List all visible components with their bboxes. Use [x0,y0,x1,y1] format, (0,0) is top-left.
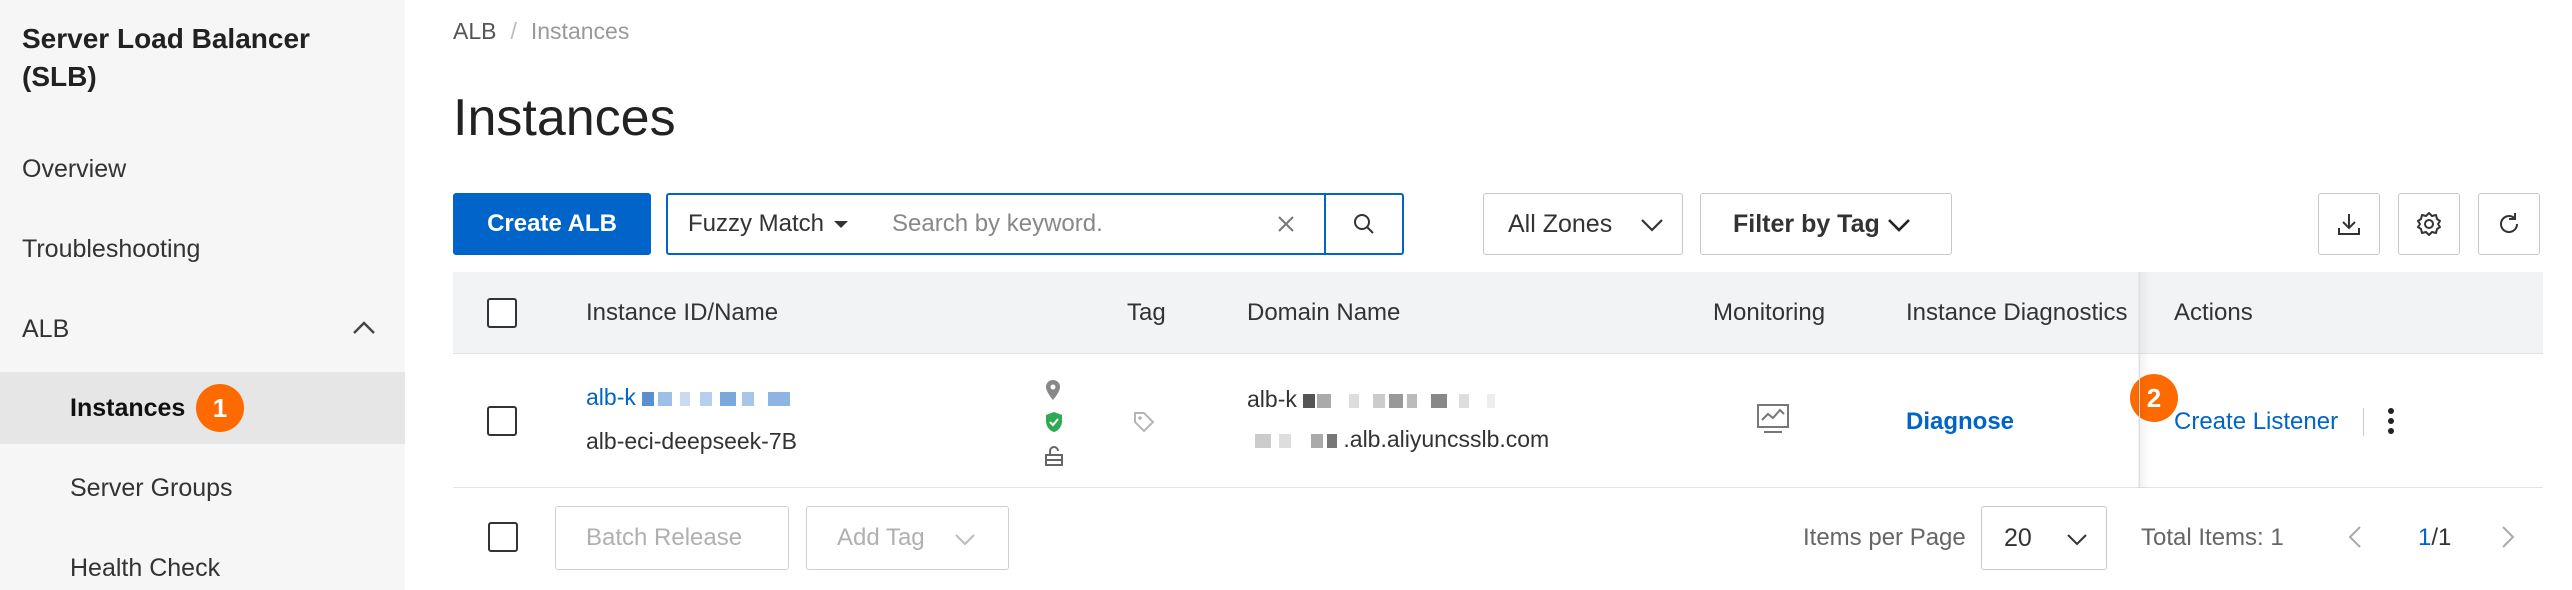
pagination-status: 1/1 [2418,524,2451,552]
table-header: Instance ID/Name Tag Domain Name Monitor… [453,272,2543,354]
action-divider [2363,408,2364,436]
filter-by-tag-button[interactable]: Filter by Tag [1700,193,1952,255]
search-input[interactable] [878,195,1266,253]
column-domain: Domain Name [1247,299,1401,326]
batch-release-label: Batch Release [586,524,743,551]
column-instance: Instance ID/Name [586,299,779,326]
chevron-left-icon[interactable] [2347,524,2363,550]
items-per-page-label: Items per Page [1803,524,1966,551]
column-monitoring: Monitoring [1713,299,1826,326]
chevron-up-icon[interactable] [351,315,377,341]
select-all-checkbox[interactable] [487,298,517,328]
batch-release-button[interactable]: Batch Release [555,506,789,570]
product-title: Server Load Balancer (SLB) [22,23,310,92]
sidebar-item-troubleshooting[interactable]: Troubleshooting [0,213,405,285]
chevron-right-icon[interactable] [2500,524,2516,550]
row-checkbox[interactable] [487,406,517,436]
caret-down-icon [834,221,849,228]
domain-suffix: .alb.aliyuncsslb.com [1343,426,1550,452]
breadcrumb: ALB / Instances [453,18,629,45]
add-tag-button[interactable]: Add Tag [806,506,1009,570]
zones-label: All Zones [1508,209,1613,238]
footer-select-all-checkbox[interactable] [488,522,518,552]
chevron-down-icon [955,534,975,546]
actions-column-divider [2139,272,2140,488]
column-tag: Tag [1127,299,1166,326]
sidebar: Server Load Balancer (SLB) Overview Trou… [0,0,405,590]
column-actions: Actions [2174,299,2253,326]
location-icon[interactable] [1043,378,1063,402]
search-group: Fuzzy Match [666,193,1404,255]
chevron-down-icon [2067,534,2087,546]
sidebar-item-server-groups[interactable]: Server Groups [0,452,405,524]
instance-name: alb-eci-deepseek-7B [586,428,797,454]
chevron-down-icon [1888,219,1910,232]
step-badge: 1 [196,384,244,432]
zones-select[interactable]: All Zones [1483,193,1683,255]
breadcrumb-separator: / [510,18,517,44]
sidebar-item-label: Instances [70,393,186,422]
page-size-value: 20 [2004,523,2032,552]
lock-open-icon[interactable] [1042,444,1066,468]
domain-line-2: .alb.aliyuncsslb.com [1255,426,1549,453]
sidebar-item-overview[interactable]: Overview [0,133,405,205]
match-mode-label: Fuzzy Match [688,210,825,237]
create-listener-link[interactable]: Create Listener [2174,408,2338,436]
filter-by-tag-label: Filter by Tag [1733,209,1880,238]
page-size-select[interactable]: 20 [1981,506,2107,570]
more-actions-icon[interactable] [2385,406,2397,436]
clear-icon[interactable] [1266,204,1306,244]
add-tag-label: Add Tag [837,524,925,551]
sidebar-item-label: Overview [22,154,127,183]
tag-icon[interactable] [1132,410,1156,434]
sidebar-item-health-check[interactable]: Health Check [0,532,405,590]
masked-text [1255,426,1343,452]
sidebar-item-label: Health Check [70,553,221,582]
total-items: Total Items: 1 [2141,524,2284,551]
instance-id-link[interactable]: alb-k [586,384,791,411]
monitoring-icon[interactable] [1756,402,1790,436]
match-mode-dropdown[interactable]: Fuzzy Match [668,195,878,253]
gear-icon [2417,212,2441,236]
chevron-down-icon [1641,219,1663,232]
domain-prefix: alb-k [1247,386,1297,412]
page-total: /1 [2431,524,2452,551]
column-diagnostics: Instance Diagnostics [1906,299,2128,326]
masked-text [642,384,791,410]
create-alb-button[interactable]: Create ALB [453,193,651,255]
sidebar-item-alb[interactable]: ALB [0,293,405,365]
domain-line-1: alb-k [1247,386,1496,413]
instance-id-prefix: alb-k [586,384,636,410]
shield-icon[interactable] [1043,410,1065,434]
table-row: alb-k alb-eci-deepseek-7B alb-k .alb.ali… [453,354,2543,488]
refresh-icon [2500,213,2519,233]
search-icon [1354,214,1374,234]
diagnose-link[interactable]: Diagnose [1906,408,2014,436]
page-title: Instances [453,89,676,147]
download-icon [2338,214,2360,235]
masked-text [1303,386,1496,412]
sidebar-item-label: Troubleshooting [22,234,201,263]
settings-button[interactable] [2398,193,2460,255]
breadcrumb-current: Instances [530,18,630,44]
page-current[interactable]: 1 [2418,524,2431,551]
breadcrumb-root[interactable]: ALB [453,18,496,45]
sidebar-item-label: ALB [22,314,70,343]
search-button[interactable] [1324,195,1402,253]
refresh-button[interactable] [2478,193,2540,255]
download-button[interactable] [2318,193,2380,255]
sidebar-item-instances[interactable]: Instances 1 [0,372,405,444]
sidebar-item-label: Server Groups [70,473,233,502]
